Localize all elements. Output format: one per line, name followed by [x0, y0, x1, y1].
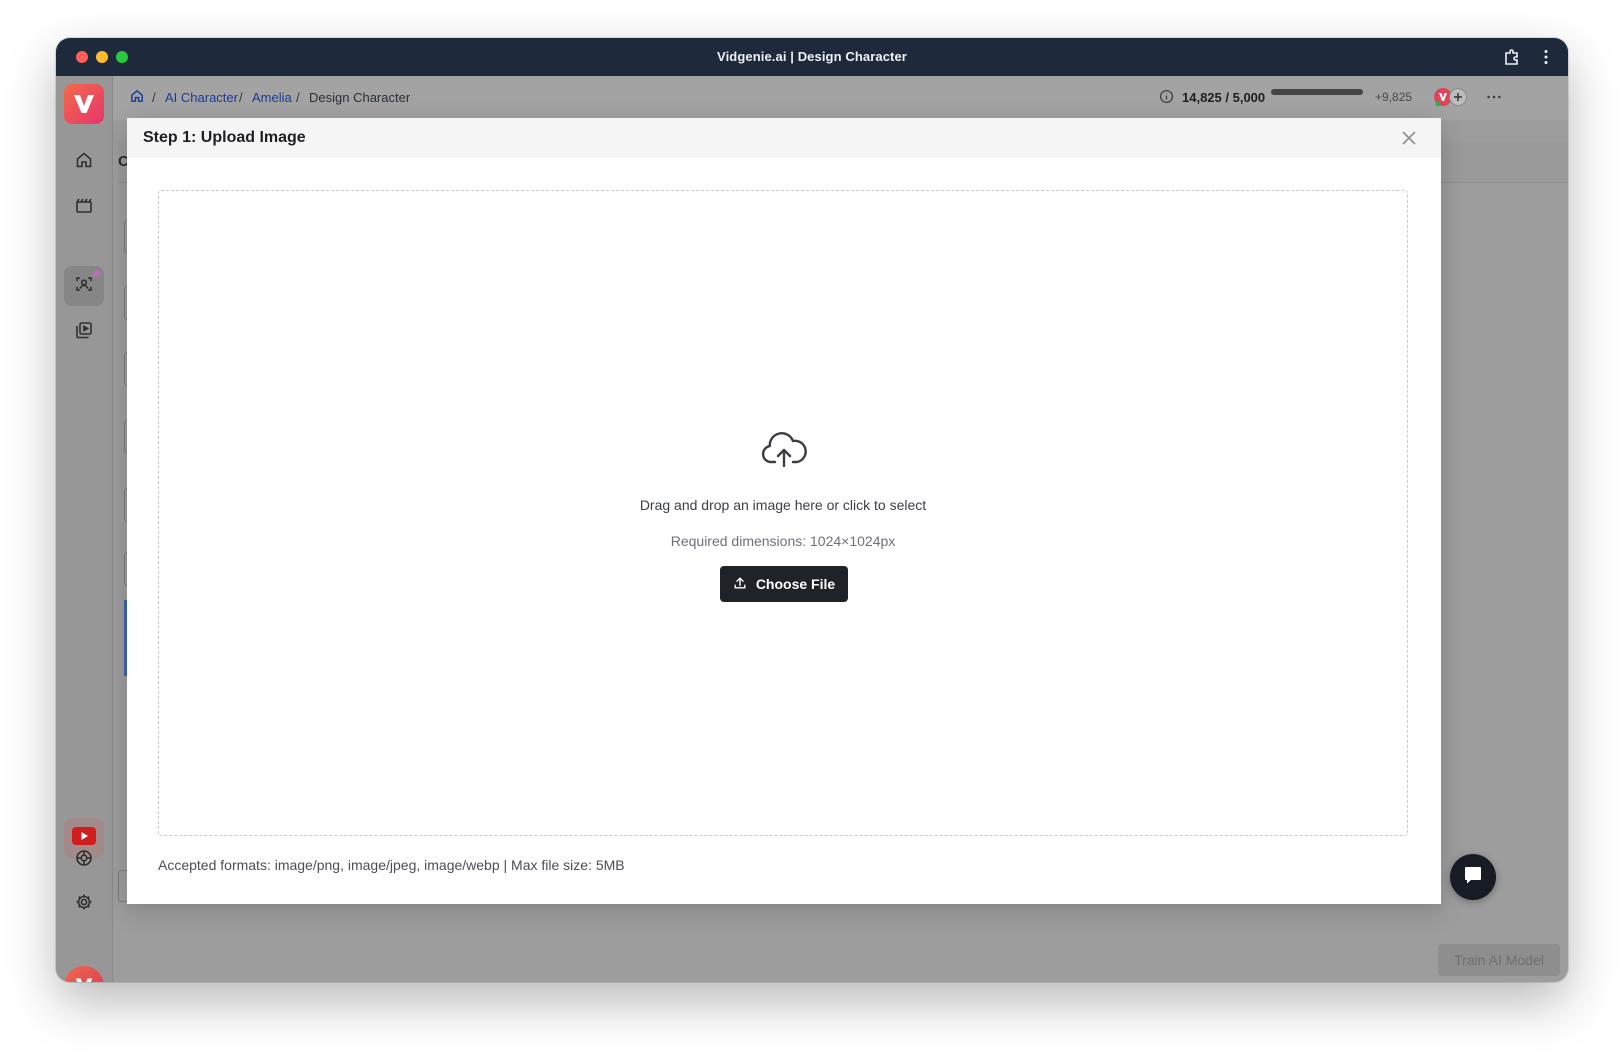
app-logo[interactable]	[64, 84, 104, 124]
character-scan-icon	[74, 274, 94, 299]
accepted-formats-note: Accepted formats: image/png, image/jpeg,…	[158, 857, 625, 873]
home-icon	[74, 150, 94, 175]
dropzone-instruction: Drag and drop an image here or click to …	[639, 497, 927, 513]
sidebar	[56, 76, 113, 982]
breadcrumb-separator: /	[152, 90, 156, 105]
choose-file-button[interactable]: Choose File	[720, 566, 848, 602]
top-bar: / AI Character / Amelia / Design Charact…	[113, 76, 1568, 120]
support-icon	[74, 848, 94, 873]
breadcrumb-separator: /	[296, 90, 300, 105]
avatar[interactable]	[64, 966, 104, 982]
sidebar-item-support[interactable]	[68, 844, 100, 876]
sidebar-item-library[interactable]	[68, 316, 100, 348]
title-bar: Vidgenie.ai | Design Character	[56, 38, 1568, 76]
close-icon[interactable]	[1399, 128, 1419, 148]
image-dropzone[interactable]: Drag and drop an image here or click to …	[158, 190, 1408, 836]
breadcrumb-ai-character[interactable]: AI Character	[165, 90, 238, 105]
more-vertical-icon[interactable]	[1536, 47, 1556, 67]
breadcrumb-amelia[interactable]: Amelia	[252, 90, 292, 105]
gear-icon	[74, 892, 94, 917]
cloud-upload-icon	[760, 430, 808, 470]
credits-counter: 14,825 / 5,000	[1182, 90, 1266, 105]
upload-icon	[733, 576, 747, 593]
modal-header: Step 1: Upload Image	[127, 118, 1441, 158]
chat-button[interactable]	[1450, 854, 1496, 900]
home-breadcrumb-icon[interactable]	[129, 88, 145, 109]
user-avatars[interactable]	[1433, 87, 1469, 112]
app-window: Vidgenie.ai | Design Character / AI Char…	[56, 38, 1568, 982]
train-ai-model-button[interactable]: Train AI Model	[1438, 944, 1560, 976]
breadcrumb-current: Design Character	[309, 90, 411, 105]
more-horizontal-icon[interactable]	[1485, 88, 1503, 111]
sidebar-item-videos[interactable]	[68, 192, 100, 224]
window-title: Vidgenie.ai | Design Character	[717, 49, 907, 64]
upload-image-modal: Step 1: Upload Image Drag and drop an im…	[127, 118, 1441, 904]
credits-progress-bar	[1271, 89, 1363, 95]
sidebar-item-settings[interactable]	[68, 888, 100, 920]
sidebar-item-home[interactable]	[68, 146, 100, 178]
sidebar-item-ai-character[interactable]	[64, 266, 104, 306]
chat-bubble-icon	[1462, 864, 1484, 891]
info-icon[interactable]	[1159, 89, 1174, 109]
video-library-icon	[74, 320, 94, 345]
notification-dot	[93, 270, 100, 277]
modal-title: Step 1: Upload Image	[143, 129, 306, 146]
required-dimensions: Required dimensions: 1024×1024px	[670, 533, 896, 549]
choose-file-label: Choose File	[755, 576, 836, 592]
extension-icon[interactable]	[1502, 47, 1522, 67]
breadcrumb-separator: /	[239, 90, 243, 105]
clapperboard-icon	[74, 196, 94, 221]
credits-bonus: +9,825	[1375, 90, 1413, 104]
